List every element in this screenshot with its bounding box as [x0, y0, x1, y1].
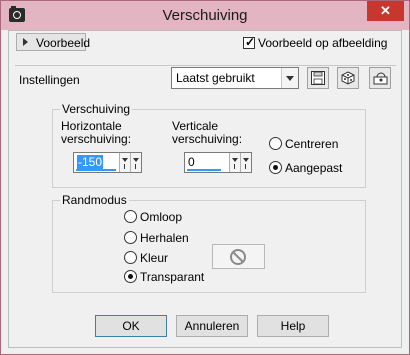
horizontal-offset-label-line2: verschuiving:: [61, 132, 132, 146]
custom-radio[interactable]: [269, 161, 282, 174]
vertical-offset-value[interactable]: 0: [188, 155, 195, 169]
reset-icon: [373, 72, 388, 85]
horizontal-offset-spinner[interactable]: -150: [73, 152, 142, 173]
checkmark-icon: ✓: [245, 35, 256, 49]
spin-up-button[interactable]: [130, 153, 141, 172]
color-swatch[interactable]: [212, 244, 265, 269]
spin-down-button[interactable]: [229, 153, 240, 172]
vertical-offset-label-line1: Verticale: [172, 119, 219, 133]
title-bar[interactable]: Verschuiving ✕: [1, 1, 409, 30]
close-icon: ✕: [380, 3, 391, 18]
randomize-button[interactable]: [337, 67, 359, 89]
cancel-button[interactable]: Annuleren: [176, 315, 248, 337]
repeat-radio-label: Herhalen: [140, 231, 189, 245]
value-underline: [187, 169, 221, 171]
horizontal-offset-value[interactable]: -150: [77, 155, 104, 169]
window-title: Verschuiving: [162, 7, 248, 24]
close-button[interactable]: ✕: [367, 1, 404, 21]
vertical-offset-label-line2: verschuiving:: [172, 132, 243, 146]
preset-dropdown[interactable]: Laatst gebruikt: [171, 67, 299, 89]
expand-arrow-icon: [23, 38, 28, 46]
no-color-icon: [230, 249, 246, 265]
separator: [15, 65, 396, 66]
preset-value: Laatst gebruikt: [176, 71, 255, 85]
repeat-radio[interactable]: [124, 231, 137, 244]
edge-mode-group: [52, 200, 366, 293]
color-radio-label: Kleur: [140, 251, 169, 265]
preview-toggle-label: Voorbeeld: [36, 36, 91, 50]
transparent-radio-label: Transparant: [140, 270, 205, 284]
preview-on-image-label: Voorbeeld op afbeelding: [258, 36, 388, 50]
center-radio-label: Centreren: [285, 137, 339, 151]
randomize-icon: [341, 71, 355, 85]
save-preset-button[interactable]: [307, 67, 329, 89]
color-radio[interactable]: [124, 251, 137, 264]
edge-mode-group-title: Randmodus: [60, 193, 129, 207]
spin-down-button[interactable]: [119, 153, 130, 172]
offset-group-title: Verschuiving: [60, 102, 133, 116]
value-underline: [76, 169, 116, 171]
vertical-offset-spinner[interactable]: 0: [184, 152, 252, 173]
dropdown-arrow-icon[interactable]: [281, 68, 298, 88]
reset-button[interactable]: [369, 67, 391, 89]
ok-button[interactable]: OK: [95, 315, 167, 337]
transparent-radio[interactable]: [124, 270, 137, 283]
custom-radio-label: Aangepast: [285, 161, 343, 175]
horizontal-offset-label-line1: Horizontale: [61, 119, 122, 133]
save-preset-icon: [311, 71, 325, 85]
wrap-radio[interactable]: [124, 210, 137, 223]
help-button[interactable]: Help: [257, 315, 329, 337]
preview-on-image-checkbox[interactable]: ✓: [243, 35, 256, 49]
wrap-radio-label: Omloop: [140, 210, 183, 224]
settings-label: Instellingen: [19, 73, 80, 87]
preview-toggle-button[interactable]: Voorbeeld: [16, 33, 90, 51]
spin-up-button[interactable]: [240, 153, 251, 172]
center-radio[interactable]: [269, 137, 282, 150]
